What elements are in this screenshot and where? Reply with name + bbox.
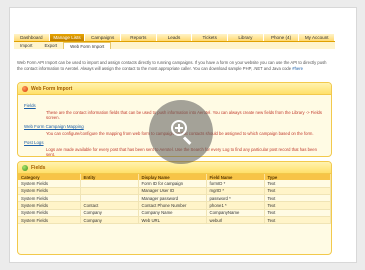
table-row[interactable]: System Fields Company Web URL weburl Text	[18, 216, 331, 225]
table-cell: Company	[80, 209, 139, 218]
subtab-export[interactable]: Export	[38, 42, 63, 49]
table-cell: System Fields	[18, 187, 81, 196]
tab-library[interactable]: Library	[228, 34, 264, 41]
table-cell: System Fields	[18, 209, 81, 218]
tab-phone-4[interactable]: Phone (4)	[263, 34, 300, 41]
tab-my-account[interactable]: My Account	[299, 34, 336, 41]
table-cell: Form ID for campaign	[138, 180, 207, 188]
fields-header: Fields	[18, 162, 331, 174]
tab-manage-lists[interactable]: Manage Lists	[49, 34, 86, 41]
fields-table: Category Entity Display Name Field Name Type…	[18, 174, 331, 225]
main-nav: Dashboard Manage Lists Campaigns Reports Lea…	[14, 34, 336, 42]
tab-reports[interactable]: Reports	[121, 34, 157, 41]
table-cell: Contact	[80, 201, 139, 210]
table-row[interactable]: System Fields Contact Contact Phone Number…	[18, 201, 331, 210]
download-link[interactable]: #here	[292, 66, 303, 71]
table-cell	[80, 194, 139, 203]
table-cell: password *	[206, 194, 265, 203]
fields-title: Fields	[31, 164, 46, 171]
table-row[interactable]: System Fields Manager password password * T…	[18, 194, 331, 203]
table-row[interactable]: System Fields Company Company Name CompanyN…	[18, 209, 331, 218]
plus-vertical	[178, 124, 180, 132]
zoom-in-icon[interactable]	[149, 100, 213, 164]
intro-description: Web Form API Import can be used to impor…	[17, 60, 327, 71]
table-cell: Text	[264, 209, 331, 218]
table-cell: Company Name	[138, 209, 207, 218]
table-cell: System Fields	[18, 180, 81, 188]
table-cell: weburl	[206, 216, 265, 225]
table-cell: phone1 *	[206, 201, 265, 210]
table-cell: Manager password	[138, 194, 207, 203]
magnifier-handle	[182, 136, 192, 145]
table-row[interactable]: System Fields Manager User ID mgrID * Text	[18, 187, 331, 196]
table-cell: System Fields	[18, 194, 81, 203]
table-cell: Text	[264, 194, 331, 203]
table-cell: formID *	[206, 180, 265, 188]
table-cell: CompanyName	[206, 209, 265, 218]
tab-leads[interactable]: Leads	[156, 34, 193, 41]
table-cell	[80, 187, 139, 196]
tab-dashboard[interactable]: Dashboard	[14, 34, 50, 41]
intro-text: Web Form API Import can be used to impor…	[17, 60, 332, 71]
table-cell: mgrID *	[206, 187, 265, 196]
table-cell: Company	[80, 216, 139, 225]
tab-campaigns[interactable]: Campaigns	[85, 34, 122, 41]
table-cell: Web URL	[138, 216, 207, 225]
web-form-import-header: Web Form Import	[18, 83, 331, 95]
sub-nav: Import Export Web Form Import	[14, 42, 335, 49]
import-icon	[22, 85, 28, 92]
table-cell: Text	[264, 201, 331, 210]
table-cell: Contact Phone Number	[138, 201, 207, 210]
web-form-import-title: Web Form Import	[31, 85, 73, 92]
table-cell: Text	[264, 187, 331, 196]
table-cell: Manager User ID	[138, 187, 207, 196]
fields-panel: Fields Category Entity Display Name Field N…	[17, 161, 332, 255]
table-cell: System Fields	[18, 216, 81, 225]
fields-icon	[22, 164, 28, 171]
tab-tickets[interactable]: Tickets	[192, 34, 229, 41]
subtab-import[interactable]: Import	[14, 42, 38, 49]
subtab-web-form-import[interactable]: Web Form Import	[63, 42, 112, 49]
table-cell	[80, 180, 139, 188]
table-cell: System Fields	[18, 201, 81, 210]
table-cell: Text	[264, 216, 331, 225]
table-row[interactable]: System Fields Form ID for campaign formID …	[18, 180, 331, 188]
table-cell: Text	[264, 180, 331, 188]
